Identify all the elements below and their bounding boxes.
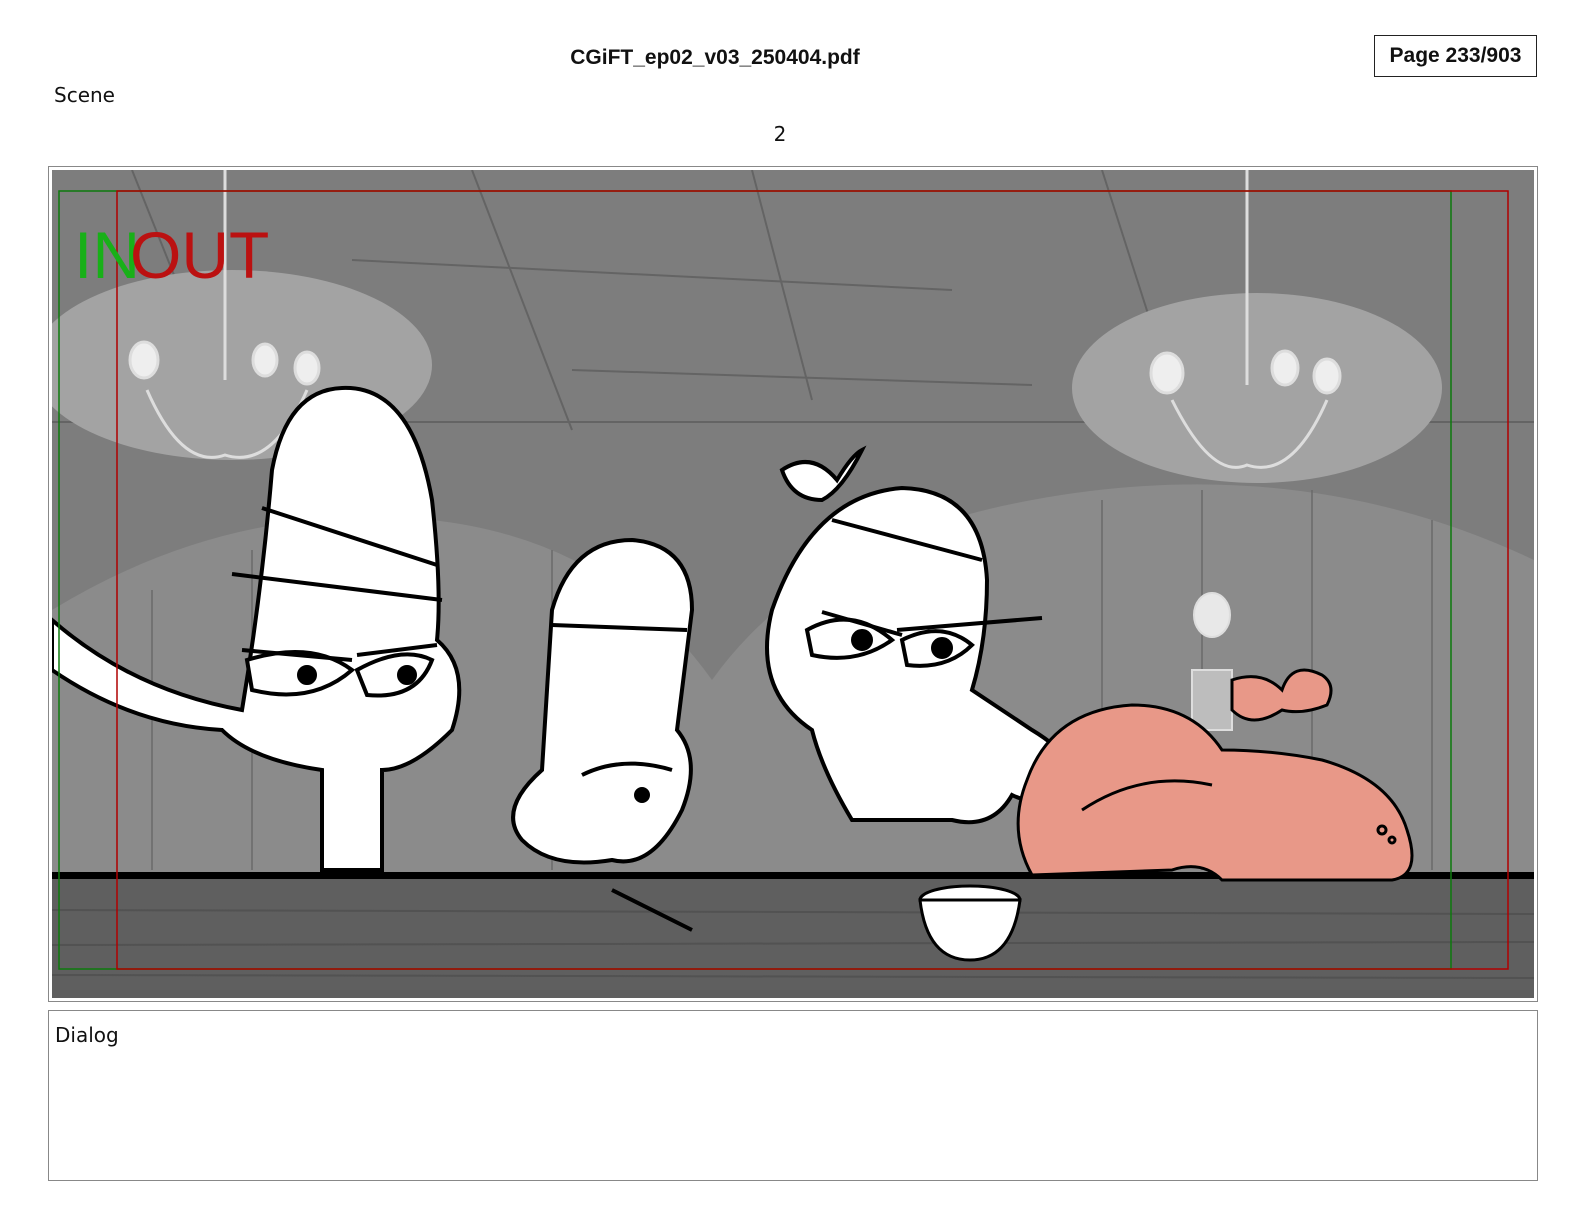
page-indicator: Page 233/903 — [1374, 35, 1537, 77]
storyboard-drawing: IN OUT — [52, 170, 1534, 998]
storyboard-panel: IN OUT — [48, 166, 1538, 1002]
scene-number: 2 — [773, 122, 787, 146]
dialog-box: Dialog — [48, 1010, 1538, 1181]
dialog-label: Dialog — [55, 1023, 119, 1047]
scene-label: Scene — [54, 83, 115, 107]
out-marker: OUT — [130, 218, 269, 292]
bar-counter — [52, 876, 1534, 998]
document-title: CGiFT_ep02_v03_250404.pdf — [570, 46, 860, 69]
right-light-pool — [1072, 293, 1442, 483]
